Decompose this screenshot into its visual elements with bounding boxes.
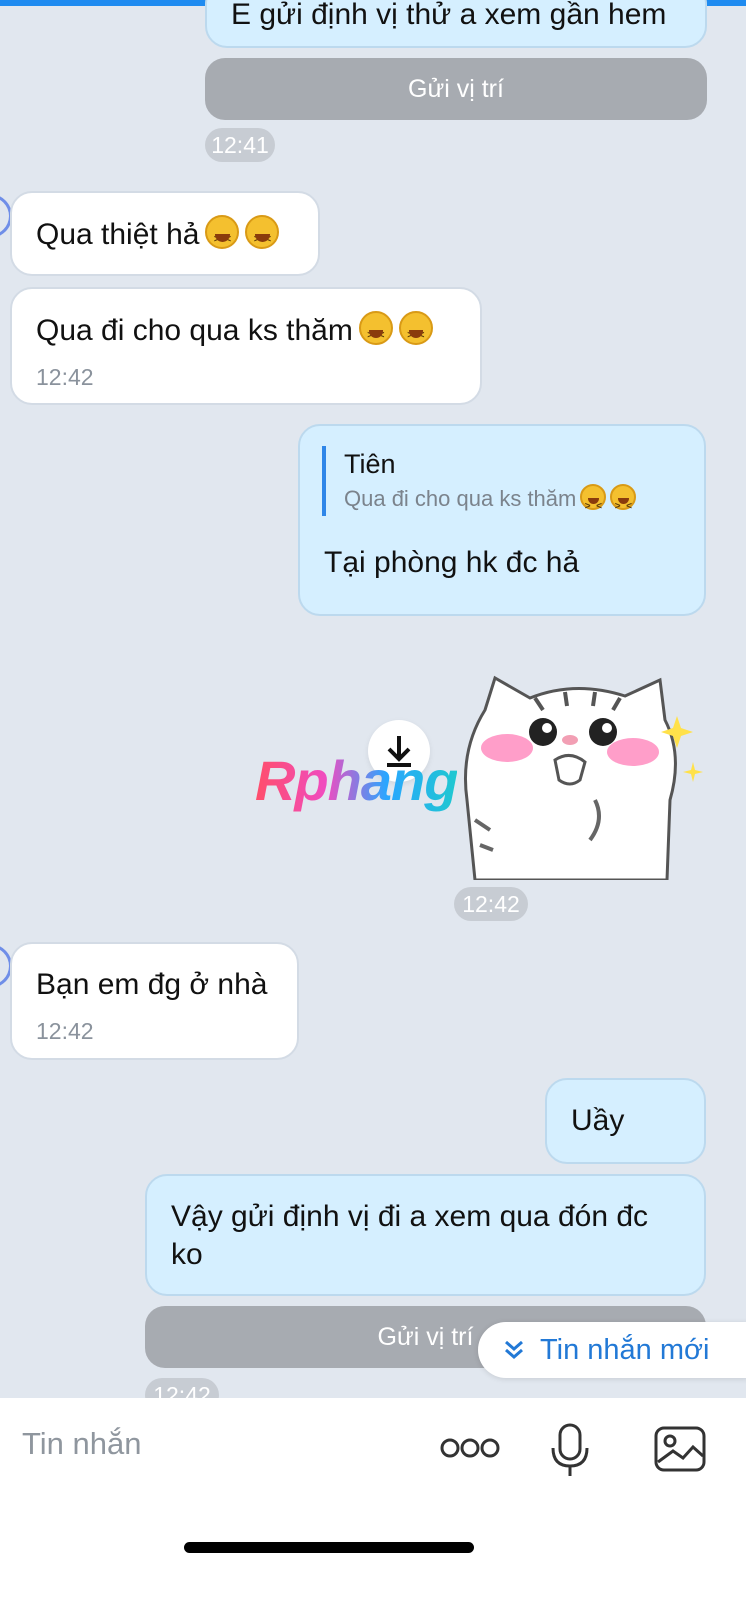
message-text-line: Vậy gửi định vị đi a xem qua đón đc xyxy=(171,1200,649,1233)
incoming-message[interactable]: Qua thiệt hả xyxy=(10,191,320,276)
home-indicator xyxy=(184,1542,474,1553)
message-text: E gửi định vị thử a xem gần hem xyxy=(231,0,667,31)
message-text: Qua thiệt hả xyxy=(36,218,200,251)
message-text-line: ko xyxy=(171,1238,203,1271)
watermark-logo: Rphang xyxy=(255,749,458,812)
incoming-message[interactable]: Bạn em đg ở nhà 12:42 xyxy=(10,942,299,1060)
laughing-emoji-icon xyxy=(358,311,393,355)
send-location-button[interactable]: Gửi vị trí xyxy=(205,58,707,120)
timestamp-pill: 12:41 xyxy=(205,128,275,162)
more-icon[interactable] xyxy=(440,1436,500,1460)
send-location-label: Gửi vị trí xyxy=(408,75,504,103)
laughing-emoji-icon xyxy=(245,215,280,259)
chat-screen: E gửi định vị thử a xem gần hem Gửi vị t… xyxy=(0,0,746,1600)
timestamp-pill: 12:42 xyxy=(454,887,528,921)
outgoing-message[interactable]: Vậy gửi định vị đi a xem qua đón đc ko xyxy=(145,1174,706,1296)
laughing-emoji-icon xyxy=(580,484,607,524)
message-time: 12:42 xyxy=(36,1018,94,1044)
outgoing-reply-message[interactable]: Tiên Qua đi cho qua ks thăm Tại phòng hk… xyxy=(298,424,706,616)
reply-author: Tiên xyxy=(344,449,396,479)
reply-quoted-text: Qua đi cho qua ks thăm xyxy=(344,486,577,511)
message-composer: Tin nhắn xyxy=(0,1398,746,1600)
message-time: 12:42 xyxy=(36,364,94,390)
laughing-emoji-icon xyxy=(205,215,240,259)
outgoing-message-partial[interactable]: E gửi định vị thử a xem gần hem xyxy=(205,0,707,48)
laughing-emoji-icon xyxy=(610,484,637,524)
send-location-label: Gửi vị trí xyxy=(377,1323,474,1351)
message-text: Uầy xyxy=(571,1104,625,1137)
microphone-icon[interactable] xyxy=(550,1422,590,1478)
incoming-message[interactable]: Qua đi cho qua ks thăm 12:42 xyxy=(10,287,482,405)
new-messages-button[interactable]: Tin nhắn mới xyxy=(478,1322,746,1378)
message-text: Bạn em đg ở nhà xyxy=(36,968,268,1001)
double-chevron-down-icon xyxy=(505,1340,523,1359)
message-text: Qua đi cho qua ks thăm xyxy=(36,314,353,347)
image-icon[interactable] xyxy=(653,1425,707,1473)
message-input[interactable]: Tin nhắn xyxy=(22,1426,142,1462)
new-messages-label: Tin nhắn mới xyxy=(540,1334,710,1366)
message-text: Tại phòng hk đc hả xyxy=(324,546,580,579)
laughing-emoji-icon xyxy=(398,311,433,355)
cat-sticker[interactable] xyxy=(455,670,705,880)
outgoing-message[interactable]: Uầy xyxy=(545,1078,706,1164)
reply-quote[interactable]: Tiên Qua đi cho qua ks thăm xyxy=(322,446,637,524)
